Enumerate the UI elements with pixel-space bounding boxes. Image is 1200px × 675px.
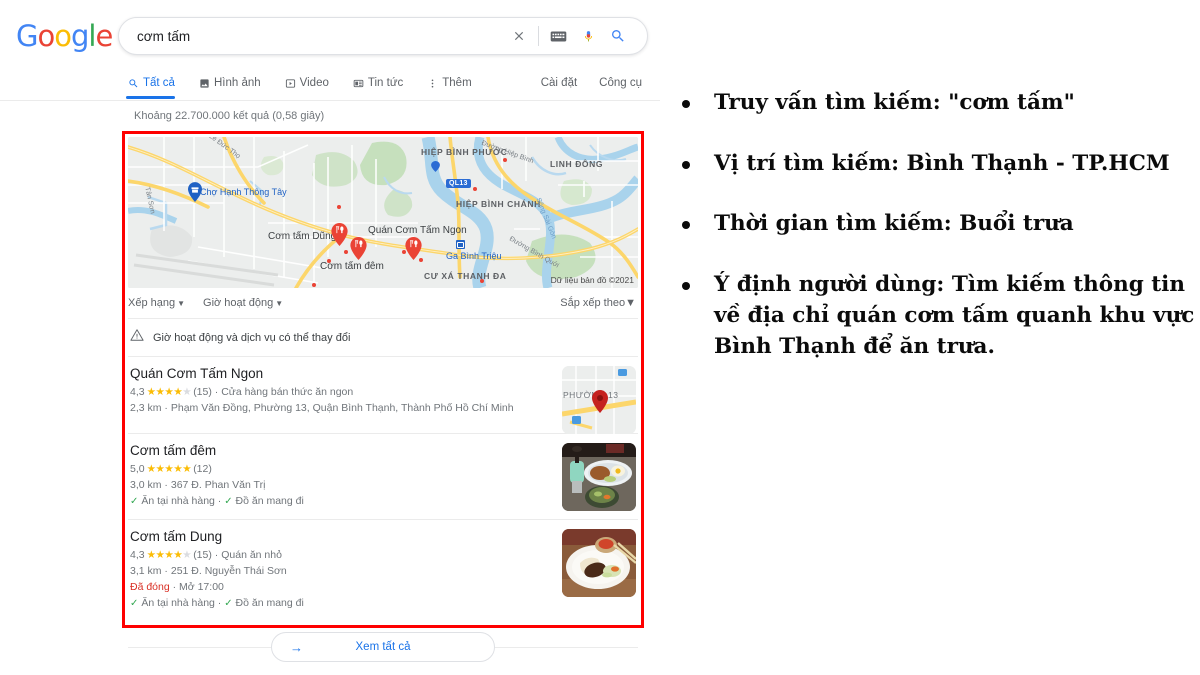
search-box-icons [504,24,647,48]
tab-label: Video [299,77,329,89]
annotation-highlight-box [122,131,644,628]
tab-all[interactable]: Tất cả [126,68,186,99]
search-header: Google cơm tấm [0,0,660,68]
video-icon [285,78,296,89]
tab-label: Thêm [442,77,472,89]
search-nav: Tất cả Hình ảnh Video Tin tức Thêm Cài đ… [0,68,660,101]
logo-letter: o [54,19,72,53]
microphone-icon[interactable] [573,24,603,48]
list-item: Ý định người dùng: Tìm kiếm thông tin về… [670,270,1195,362]
tab-news[interactable]: Tin tức [353,68,414,98]
tab-images[interactable]: Hình ảnh [199,68,272,98]
see-all-label: Xem tất cả [355,641,411,653]
search-icon [128,78,139,89]
tab-label: Hình ảnh [213,77,261,89]
search-icon[interactable] [603,24,633,48]
arrow-right-icon: → [290,639,303,655]
image-icon [199,78,210,89]
logo-letter: g [70,19,89,53]
annotation-bullet-list: Truy vấn tìm kiếm: "cơm tấm" Vị trí tìm … [670,88,1195,392]
news-icon [353,78,364,89]
annotation-panel: Truy vấn tìm kiếm: "cơm tấm" Vị trí tìm … [660,0,1200,675]
more-vertical-icon [427,78,438,89]
see-all-button[interactable]: → Xem tất cả [271,632,495,662]
tab-label: Tất cả [143,77,175,89]
divider [538,26,539,46]
search-input[interactable]: cơm tấm [119,29,504,44]
clear-icon[interactable] [504,24,534,48]
nav-options: Cài đặt Công cụ [541,68,642,98]
logo-letter: e [95,19,113,53]
tools-button[interactable]: Công cụ [599,77,642,89]
list-item: Thời gian tìm kiếm: Buổi trưa [670,209,1195,240]
logo-letter: G [16,19,39,53]
see-all-row: → Xem tất cả [128,632,638,662]
google-logo[interactable]: Google [16,19,113,53]
search-box[interactable]: cơm tấm [118,17,648,55]
keyboard-icon[interactable] [543,24,573,48]
list-item: Vị trí tìm kiếm: Bình Thạnh - TP.HCM [670,149,1195,180]
result-stats: Khoảng 22.700.000 kết quả (0,58 giây) [134,110,325,122]
tab-label: Tin tức [367,77,404,89]
tab-video[interactable]: Video [285,68,340,98]
tab-more[interactable]: Thêm [427,68,482,98]
screenshot-root: Google cơm tấm Tất cả Hình ảnh Video Tin… [0,0,1200,675]
list-item: Truy vấn tìm kiếm: "cơm tấm" [670,88,1195,119]
nav-tabs: Tất cả Hình ảnh Video Tin tức Thêm [126,68,496,99]
logo-letter: o [37,19,55,53]
settings-button[interactable]: Cài đặt [541,77,577,89]
google-serp: Google cơm tấm Tất cả Hình ảnh Video Tin… [0,0,660,675]
